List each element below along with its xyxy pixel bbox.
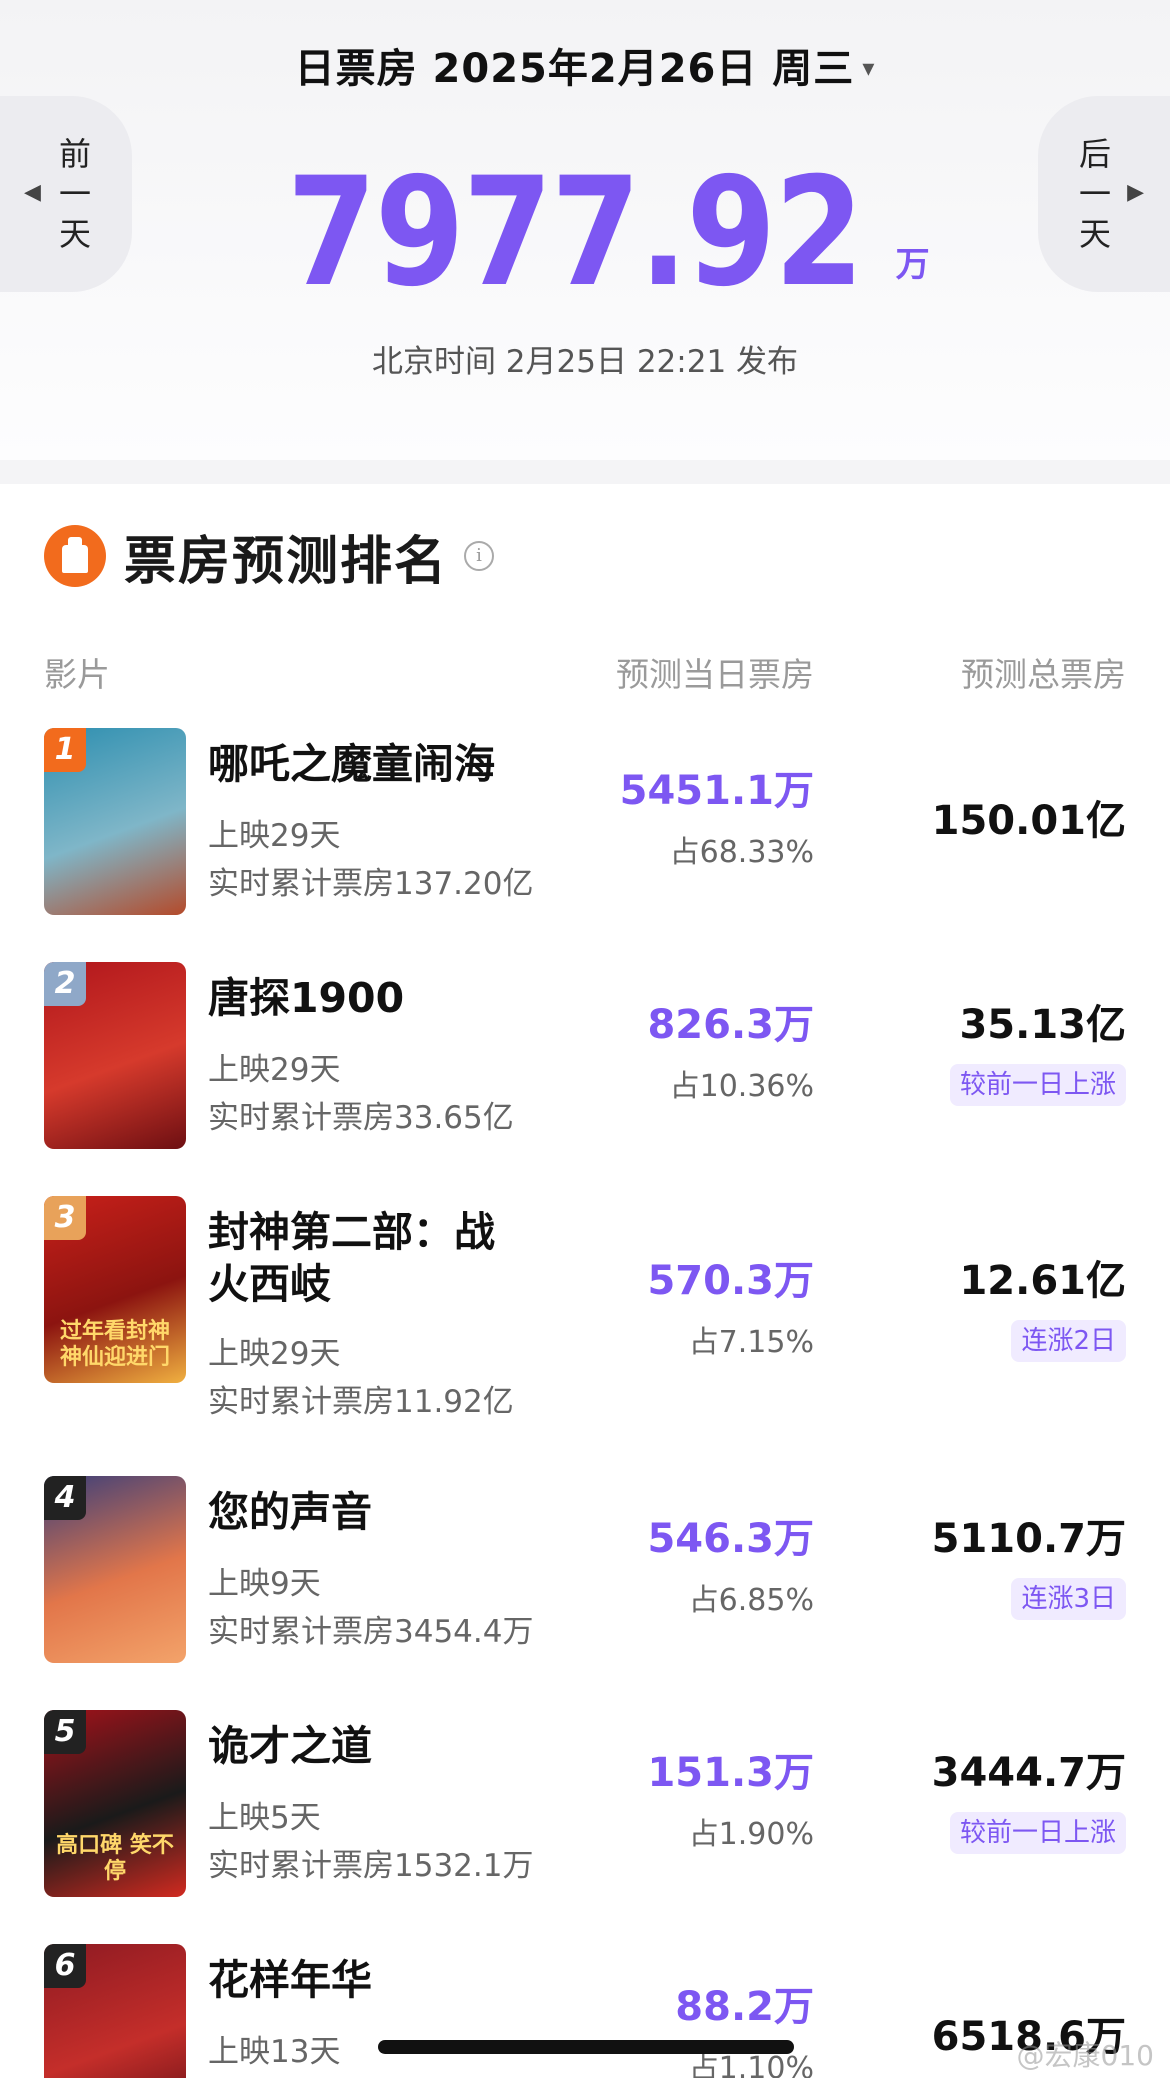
cumulative-box-office: 实时累计票房1532.1万 — [208, 1848, 534, 1884]
publish-time: 北京时间 2月25日 22:21 发布 — [371, 344, 799, 380]
column-header-film: 影片 — [44, 655, 110, 694]
predicted-total-value: 5110.7万 — [931, 1516, 1126, 1562]
movie-theater-icon — [44, 525, 106, 587]
chevron-down-icon: ▾ — [862, 54, 876, 82]
column-header-day-box: 预测当日票房 — [616, 655, 814, 694]
header: 日票房 2025年2月26日 周三 ▾ ◀ 前一天 后一天 ▶ 7977.92 万 … — [0, 0, 1170, 460]
predicted-day-value: 570.3万 — [647, 1258, 814, 1304]
market-share: 占10.36% — [669, 1069, 814, 1104]
predicted-day-box: 151.3万 占1.90% — [647, 1748, 814, 1858]
predicted-day-box: 5451.1万 占68.33% — [620, 766, 814, 876]
section-divider — [0, 460, 1170, 484]
total-box-office-value: 7977.92 — [287, 146, 864, 320]
predicted-day-value: 546.3万 — [647, 1516, 814, 1562]
movie-poster: 6 — [44, 1944, 186, 2078]
movie-row[interactable]: 4 您的声音 上映9天 实时累计票房3454.4万 546.3万 占6.85% … — [0, 1476, 1170, 1676]
home-indicator — [378, 2040, 794, 2054]
release-days: 上映9天 — [208, 1566, 321, 1602]
market-share: 占68.33% — [669, 835, 814, 870]
date-selector[interactable]: 日票房 2025年2月26日 周三 ▾ — [0, 36, 1170, 94]
movie-poster: 3 过年看封神 神仙迎进门 — [44, 1196, 186, 1383]
predicted-total-box: 35.13亿 较前一日上涨 — [949, 1000, 1126, 1106]
movie-poster: 1 — [44, 728, 186, 915]
rank-badge: 2 — [44, 962, 86, 1006]
movie-poster: 4 — [44, 1476, 186, 1663]
total-box-office: 7977.92 万 — [0, 158, 1170, 308]
market-share: 占1.90% — [688, 1817, 814, 1852]
cumulative-box-office: 实时累计票房3454.4万 — [208, 1614, 534, 1650]
trend-badge: 连涨2日 — [1011, 1320, 1126, 1362]
rank-badge: 5 — [44, 1710, 86, 1754]
movie-row[interactable]: 2 唐探1900 上映29天 实时累计票房33.65亿 826.3万 占10.3… — [0, 962, 1170, 1162]
section-title: 票房预测排名 — [124, 531, 449, 592]
rank-badge: 3 — [44, 1196, 86, 1240]
total-box-office-unit: 万 — [895, 245, 930, 285]
cumulative-box-office: 实时累计票房11.92亿 — [208, 1384, 514, 1420]
movie-poster: 5 高口碑 笑不停 — [44, 1710, 186, 1897]
predicted-total-value: 12.61亿 — [959, 1258, 1126, 1304]
poster-caption: 高口碑 笑不停 — [56, 1833, 174, 1884]
predicted-total-value: 3444.7万 — [931, 1750, 1126, 1796]
movie-title: 诡才之道 — [208, 1722, 372, 1770]
cumulative-box-office: 实时累计票房33.65亿 — [208, 1100, 514, 1136]
predicted-total-box: 5110.7万 连涨3日 — [932, 1514, 1126, 1620]
predicted-total-value: 35.13亿 — [959, 1002, 1126, 1048]
rank-badge: 6 — [44, 1944, 86, 1988]
movie-title: 封神第二部：战火西岐 — [208, 1208, 495, 1308]
poster-caption: 过年看封神 神仙迎进门 — [59, 1319, 170, 1370]
rank-badge: 4 — [44, 1476, 86, 1520]
predicted-total-box: 12.61亿 连涨2日 — [959, 1256, 1126, 1362]
movie-poster: 2 — [44, 962, 186, 1149]
release-days: 上映29天 — [208, 818, 341, 854]
date-title: 日票房 2025年2月26日 周三 — [294, 46, 855, 92]
market-share: 占6.85% — [688, 1583, 814, 1618]
movie-title: 花样年华 — [208, 1956, 372, 2004]
predicted-day-value: 151.3万 — [647, 1750, 814, 1796]
movie-row[interactable]: 6 花样年华 上映13天 88.2万 占1.10% 6518.6万 — [0, 1944, 1170, 2078]
movie-title: 唐探1900 — [208, 974, 405, 1022]
predicted-day-box: 546.3万 占6.85% — [647, 1514, 814, 1624]
predicted-day-value: 826.3万 — [647, 1002, 814, 1048]
predicted-day-box: 88.2万 占1.10% — [675, 1982, 814, 2078]
movie-title: 您的声音 — [208, 1488, 372, 1536]
movie-row[interactable]: 1 哪吒之魔童闹海 上映29天 实时累计票房137.20亿 5451.1万 占6… — [0, 728, 1170, 928]
release-days: 上映29天 — [208, 1052, 341, 1088]
movie-row[interactable]: 5 高口碑 笑不停 诡才之道 上映5天 实时累计票房1532.1万 151.3万… — [0, 1710, 1170, 1910]
predicted-total-box: 3444.7万 较前一日上涨 — [932, 1748, 1126, 1854]
predicted-day-box: 826.3万 占10.36% — [647, 1000, 814, 1110]
release-days: 上映29天 — [208, 1336, 341, 1372]
trend-badge: 较前一日上涨 — [949, 1064, 1126, 1106]
watermark: @宏康010 — [1016, 2039, 1154, 2072]
section-header: 票房预测排名 i — [44, 520, 495, 592]
column-header-total-box: 预测总票房 — [961, 655, 1126, 694]
predicted-total-box: 150.01亿 — [932, 796, 1126, 846]
cumulative-box-office: 实时累计票房137.20亿 — [208, 866, 534, 902]
predicted-day-value: 88.2万 — [675, 1984, 814, 2030]
predicted-day-value: 5451.1万 — [619, 768, 814, 814]
release-days: 上映5天 — [208, 1800, 321, 1836]
movie-title: 哪吒之魔童闹海 — [208, 740, 495, 788]
predicted-day-box: 570.3万 占7.15% — [647, 1256, 814, 1366]
info-icon[interactable]: i — [464, 541, 495, 571]
trend-badge: 较前一日上涨 — [949, 1812, 1126, 1854]
predicted-total-value: 150.01亿 — [931, 798, 1126, 844]
rank-badge: 1 — [44, 728, 86, 772]
release-days: 上映13天 — [208, 2034, 341, 2070]
market-share: 占7.15% — [688, 1325, 814, 1360]
trend-badge: 连涨3日 — [1011, 1578, 1126, 1620]
movie-row[interactable]: 3 过年看封神 神仙迎进门 封神第二部：战火西岐 上映29天 实时累计票房11.… — [0, 1196, 1170, 1420]
